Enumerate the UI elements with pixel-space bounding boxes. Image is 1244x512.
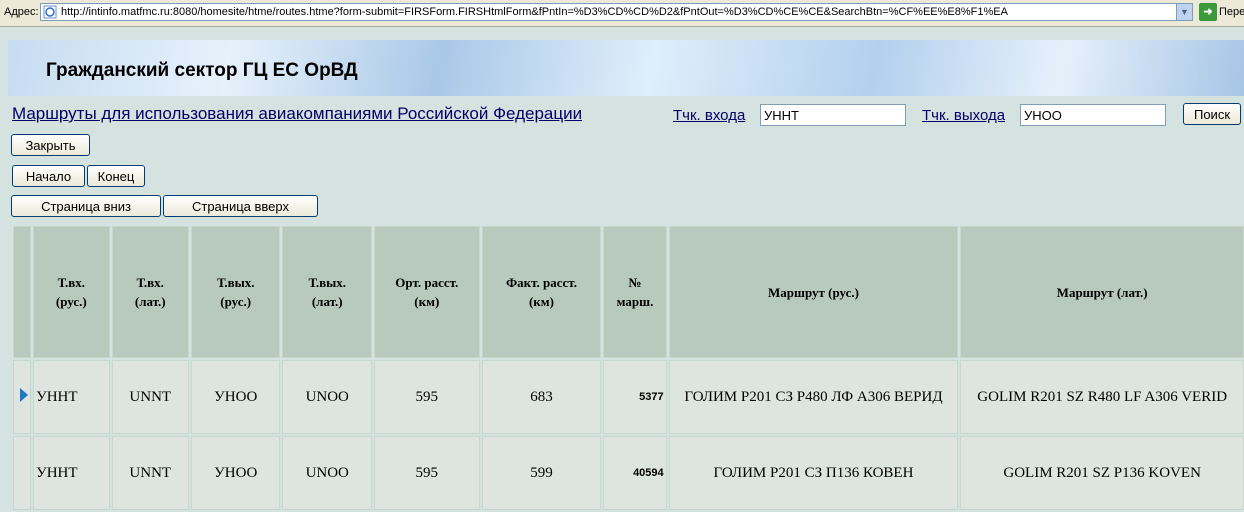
- site-banner: Гражданский сектор ГЦ ЕС ОрВД: [8, 40, 1244, 96]
- row-indicator-header: [13, 226, 32, 358]
- column-header[interactable]: Факт. расст. (км): [481, 226, 602, 358]
- column-header[interactable]: Т.вых. (лат.): [282, 226, 372, 358]
- cell[interactable]: ГОЛИМ Р201 СЗ П136 КОВЕН: [668, 436, 959, 510]
- current-row-arrow-icon: [20, 387, 28, 402]
- column-header[interactable]: Т.вых. (рус.): [190, 226, 281, 358]
- column-header[interactable]: Орт. расст. (км): [374, 226, 480, 358]
- column-header[interactable]: Т.вх. (лат.): [111, 226, 189, 358]
- cell[interactable]: UNNT: [111, 360, 189, 434]
- table-row[interactable]: УННТ UNNT УНОО UNOO 595 599 40594 ГОЛИМ …: [13, 436, 1244, 510]
- table-header-row: Т.вх. (рус.) Т.вх. (лат.) Т.вых. (рус.) Т.в…: [13, 226, 1244, 358]
- close-button[interactable]: Закрыть: [11, 134, 90, 156]
- first-page-button[interactable]: Начало: [12, 165, 85, 187]
- cell[interactable]: 5377: [603, 360, 667, 434]
- column-header[interactable]: Маршрут (рус.): [668, 226, 959, 358]
- column-header[interactable]: № марш.: [603, 226, 667, 358]
- column-header[interactable]: Маршрут (лат.): [960, 226, 1244, 358]
- cell[interactable]: УНОО: [190, 436, 281, 510]
- cell[interactable]: 595: [374, 360, 480, 434]
- page-title[interactable]: Маршруты для использования авиакомпаниям…: [12, 104, 582, 124]
- routes-table: Т.вх. (рус.) Т.вх. (лат.) Т.вых. (рус.) Т.в…: [11, 224, 1244, 512]
- row-indicator[interactable]: [13, 436, 32, 510]
- cell[interactable]: 683: [481, 360, 602, 434]
- banner-title: Гражданский сектор ГЦ ЕС ОрВД: [46, 60, 358, 81]
- cell[interactable]: УННТ: [33, 436, 110, 510]
- exit-point-label[interactable]: Тчк. выхода: [922, 107, 1005, 124]
- go-arrow-icon[interactable]: ➜: [1199, 3, 1217, 21]
- exit-point-input[interactable]: [1020, 104, 1166, 126]
- address-url[interactable]: http://intinfo.matfmc.ru:8080/homesite/h…: [61, 6, 1008, 18]
- go-label[interactable]: Перех: [1219, 6, 1244, 18]
- last-page-button[interactable]: Конец: [87, 165, 145, 187]
- address-label: Адрес:: [4, 6, 39, 18]
- search-button[interactable]: Поиск: [1183, 103, 1241, 125]
- address-bar: Адрес: http://intinfo.matfmc.ru:8080/hom…: [0, 0, 1244, 27]
- cell[interactable]: УНОО: [190, 360, 281, 434]
- address-field[interactable]: http://intinfo.matfmc.ru:8080/homesite/h…: [40, 3, 1193, 21]
- entry-point-input[interactable]: [760, 104, 906, 126]
- cell[interactable]: UNNT: [111, 436, 189, 510]
- chevron-down-icon[interactable]: ▼: [1176, 4, 1192, 20]
- table-row[interactable]: УННТ UNNT УНОО UNOO 595 683 5377 ГОЛИМ Р…: [13, 360, 1244, 434]
- cell[interactable]: GOLIM R201 SZ P136 KOVEN: [960, 436, 1244, 510]
- entry-point-label[interactable]: Тчк. входа: [673, 107, 745, 124]
- cell[interactable]: UNOO: [282, 360, 372, 434]
- cell[interactable]: УННТ: [33, 360, 110, 434]
- cell[interactable]: 599: [481, 436, 602, 510]
- page-down-button[interactable]: Страница вниз: [11, 195, 161, 217]
- column-header[interactable]: Т.вх. (рус.): [33, 226, 110, 358]
- cell[interactable]: GOLIM R201 SZ R480 LF A306 VERID: [960, 360, 1244, 434]
- cell[interactable]: ГОЛИМ Р201 СЗ Р480 ЛФ А306 ВЕРИД: [668, 360, 959, 434]
- cell[interactable]: UNOO: [282, 436, 372, 510]
- ie-page-icon: [43, 5, 57, 19]
- page-up-button[interactable]: Страница вверх: [163, 195, 318, 217]
- cell[interactable]: 595: [374, 436, 480, 510]
- row-indicator[interactable]: [13, 360, 32, 434]
- cell[interactable]: 40594: [603, 436, 667, 510]
